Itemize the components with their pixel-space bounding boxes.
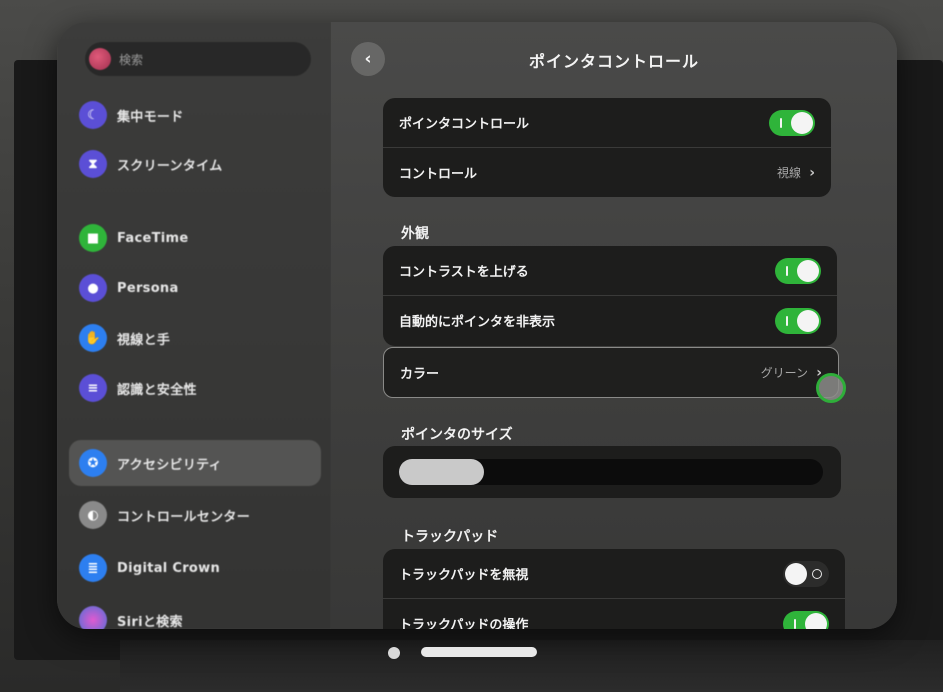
- sidebar-item-label: コントロールセンター: [117, 509, 251, 525]
- sidebar-item-accessibility[interactable]: ✪ アクセシビリティ: [69, 440, 321, 486]
- search-avatar-icon: [89, 48, 111, 70]
- pointer-control-row[interactable]: ポインタコントロール: [383, 98, 831, 148]
- control-value: 視線: [776, 166, 801, 180]
- search-placeholder: 検索: [119, 52, 144, 67]
- toggle-knob: [791, 111, 813, 134]
- sidebar-item-screen-time[interactable]: ⧗ スクリーンタイム: [69, 141, 321, 187]
- pointer-control-toggle[interactable]: [769, 109, 815, 136]
- accessibility-icon: ✪: [79, 449, 107, 477]
- digital-crown-icon: ≣: [79, 554, 107, 582]
- ignore-trackpad-toggle[interactable]: [783, 560, 829, 587]
- toggle-on-mark-icon: [780, 117, 782, 128]
- sidebar-item-label: Persona: [117, 280, 179, 296]
- settings-window: 検索 ☾ 集中モード ⧗ スクリーンタイム ■ FaceTime ● Perso…: [57, 22, 897, 629]
- gaze-pointer: [816, 373, 846, 403]
- toggle-on-mark-icon: [794, 618, 796, 629]
- trackpad-operation-toggle[interactable]: [783, 610, 829, 629]
- toggle-knob: [797, 309, 819, 332]
- slider-fill: [399, 459, 484, 485]
- row-label: カラー: [400, 367, 440, 382]
- sidebar-item-label: Digital Crown: [117, 560, 221, 576]
- persona-icon: ●: [79, 274, 107, 302]
- window-grab-bar[interactable]: [421, 647, 537, 657]
- row-label: コントロール: [399, 167, 478, 182]
- sidebar-item-label: アクセシビリティ: [117, 457, 222, 473]
- section-title-trackpad: トラックパッド: [401, 529, 499, 545]
- sidebar-item-digital-crown[interactable]: ≣ Digital Crown: [69, 545, 321, 591]
- sidebar-item-label: Siriと検索: [117, 614, 183, 630]
- shield-list-icon: ≡: [79, 374, 107, 402]
- sidebar-item-control-center[interactable]: ◐ コントロールセンター: [69, 492, 321, 538]
- hand-icon: ✋: [79, 324, 107, 352]
- row-label: コントラストを上げる: [399, 265, 529, 280]
- moon-icon: ☾: [79, 101, 107, 129]
- control-row[interactable]: コントロール 視線 ›: [383, 148, 831, 197]
- sidebar-item-focus[interactable]: ☾ 集中モード: [69, 92, 321, 138]
- sidebar-item-label: 視線と手: [117, 332, 171, 348]
- hourglass-icon: ⧗: [79, 150, 107, 178]
- sidebar: 検索 ☾ 集中モード ⧗ スクリーンタイム ■ FaceTime ● Perso…: [57, 22, 331, 629]
- section-title-pointer-size: ポインタのサイズ: [401, 427, 513, 443]
- detail-pane: ‹ ポインタコントロール ポインタコントロール コントロール 視線 › 外観 コ…: [331, 22, 897, 629]
- sidebar-item-label: 集中モード: [117, 109, 184, 125]
- autohide-toggle[interactable]: [775, 307, 821, 334]
- appearance-group: コントラストを上げる 自動的にポインタを非表示: [383, 246, 837, 346]
- chevron-right-icon: ›: [809, 164, 815, 181]
- sidebar-item-label: スクリーンタイム: [117, 158, 223, 174]
- sidebar-item-facetime[interactable]: ■ FaceTime: [69, 215, 321, 261]
- contrast-row[interactable]: コントラストを上げる: [383, 246, 837, 296]
- sidebar-item-eyes-hands[interactable]: ✋ 視線と手: [69, 315, 321, 361]
- control-center-icon: ◐: [79, 501, 107, 529]
- row-label: 自動的にポインタを非表示: [399, 315, 556, 330]
- sidebar-item-awareness-safety[interactable]: ≡ 認識と安全性: [69, 365, 321, 411]
- siri-icon: [79, 606, 107, 629]
- row-label: トラックパッドを無視: [399, 568, 529, 583]
- toggle-knob: [805, 612, 827, 629]
- sidebar-item-label: FaceTime: [117, 230, 189, 246]
- sidebar-item-persona[interactable]: ● Persona: [69, 265, 321, 311]
- color-row[interactable]: カラー グリーン ›: [383, 347, 839, 398]
- row-label: ポインタコントロール: [399, 117, 530, 132]
- video-icon: ■: [79, 224, 107, 252]
- trackpad-group: トラックパッドを無視 トラックパッドの操作: [383, 549, 845, 629]
- search-field[interactable]: 検索: [85, 42, 311, 76]
- toggle-off-mark-icon: [812, 568, 822, 579]
- toggle-on-mark-icon: [786, 315, 788, 326]
- contrast-toggle[interactable]: [775, 257, 821, 284]
- autohide-row[interactable]: 自動的にポインタを非表示: [383, 296, 837, 345]
- ignore-trackpad-row[interactable]: トラックパッドを無視: [383, 549, 845, 599]
- toggle-on-mark-icon: [786, 265, 788, 276]
- toggle-knob: [785, 562, 807, 585]
- trackpad-operation-row[interactable]: トラックパッドの操作: [383, 599, 845, 629]
- section-title-appearance: 外観: [401, 226, 429, 242]
- pointer-size-slider[interactable]: [399, 459, 823, 485]
- row-label: トラックパッドの操作: [399, 618, 529, 629]
- pointer-size-group: [383, 446, 841, 498]
- page-title: ポインタコントロール: [528, 52, 699, 71]
- toggle-knob: [797, 259, 819, 282]
- pointer-control-group: ポインタコントロール コントロール 視線 ›: [383, 98, 831, 197]
- color-value: グリーン: [760, 366, 808, 380]
- sidebar-item-label: 認識と安全性: [117, 382, 197, 398]
- window-dot-indicator[interactable]: [388, 647, 400, 659]
- sidebar-item-siri-search[interactable]: Siriと検索: [69, 597, 321, 629]
